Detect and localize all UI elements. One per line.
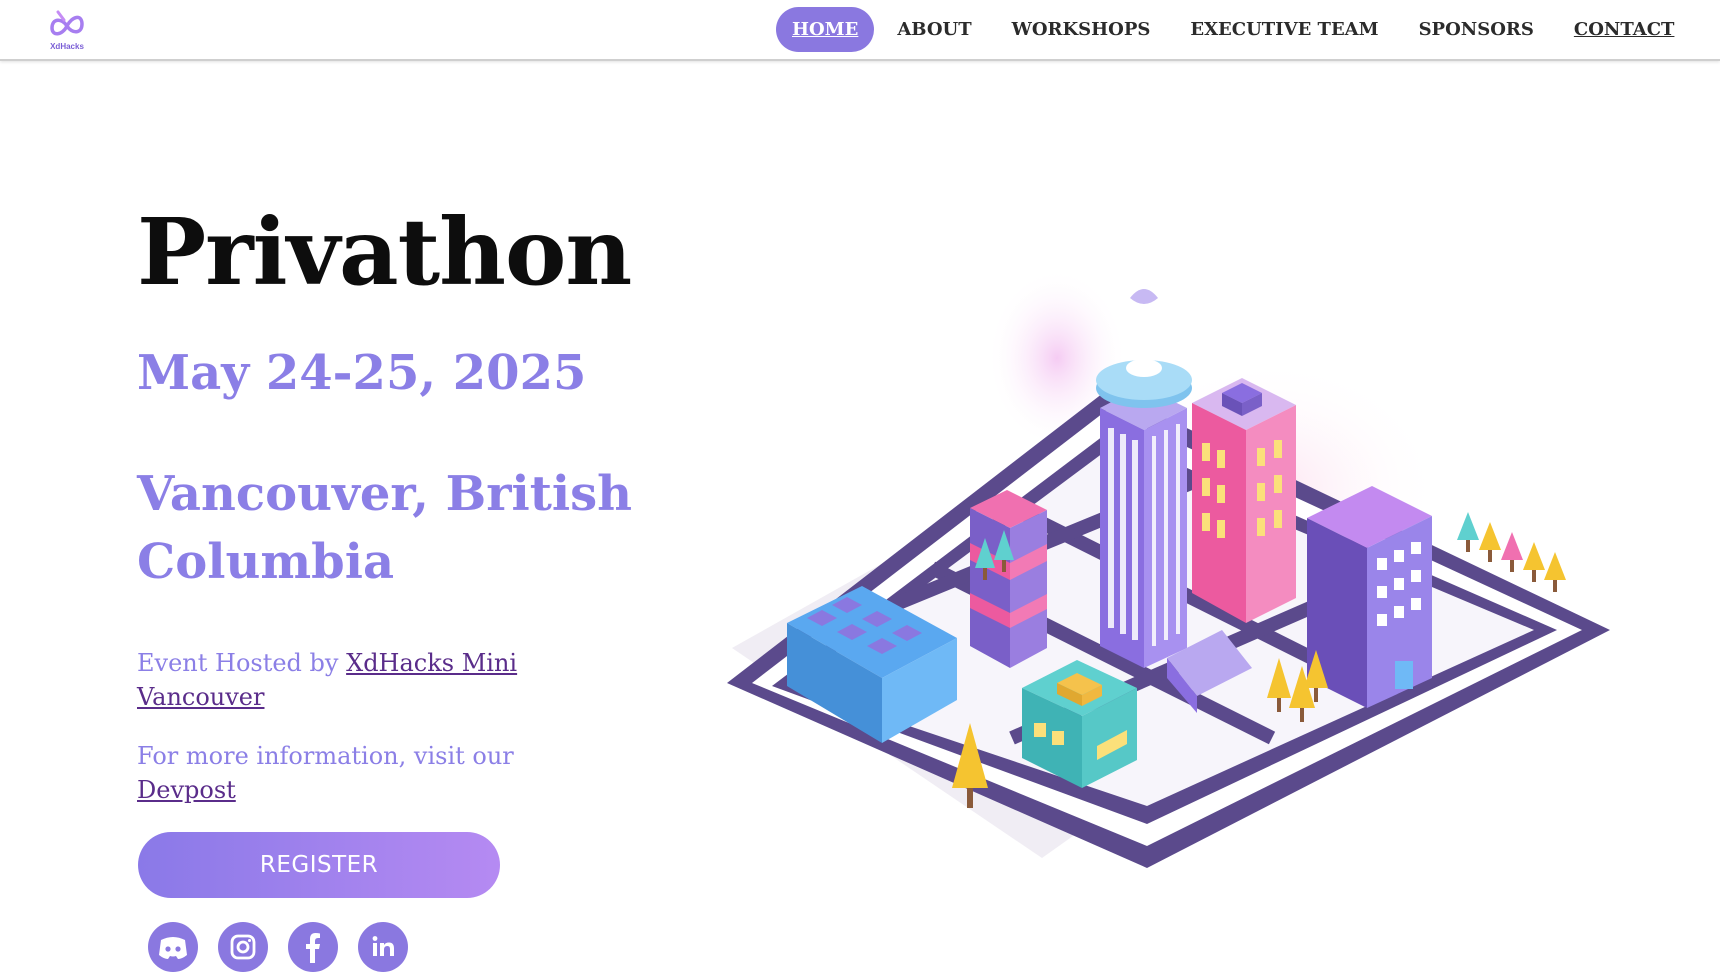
instagram-button[interactable] bbox=[218, 922, 268, 972]
more-info-prefix: For more information, visit our bbox=[137, 742, 514, 770]
page-title: Privathon bbox=[137, 198, 632, 306]
nav-sponsors[interactable]: SPONSORS bbox=[1402, 7, 1551, 52]
isometric-city-illustration bbox=[727, 268, 1610, 868]
site-header: XdHacks HOME ABOUT WORKSHOPS EXECUTIVE T… bbox=[0, 0, 1720, 61]
instagram-icon bbox=[230, 934, 256, 960]
logo-mark-icon bbox=[50, 10, 84, 36]
facebook-button[interactable] bbox=[288, 922, 338, 972]
hosted-by-text: Event Hosted by XdHacks Mini Vancouver bbox=[137, 646, 597, 714]
nav-home[interactable]: HOME bbox=[776, 7, 875, 52]
event-date: May 24-25, 2025 bbox=[137, 345, 587, 401]
hosted-prefix: Event Hosted by bbox=[137, 649, 347, 677]
nav-contact[interactable]: CONTACT bbox=[1557, 7, 1692, 52]
nav-about[interactable]: ABOUT bbox=[880, 7, 988, 52]
main-nav: HOME ABOUT WORKSHOPS EXECUTIVE TEAM SPON… bbox=[776, 7, 1697, 52]
devpost-link[interactable]: Devpost bbox=[137, 776, 236, 804]
more-info-text: For more information, visit our Devpost bbox=[137, 739, 597, 807]
event-location: Vancouver, British Columbia bbox=[137, 466, 633, 590]
linkedin-button[interactable] bbox=[358, 922, 408, 972]
discord-icon bbox=[159, 937, 187, 959]
linkedin-icon bbox=[372, 936, 394, 956]
social-links bbox=[148, 922, 428, 972]
register-button[interactable]: REGISTER bbox=[138, 832, 500, 898]
facebook-icon bbox=[306, 933, 320, 963]
discord-button[interactable] bbox=[148, 922, 198, 972]
nav-workshops[interactable]: WORKSHOPS bbox=[995, 7, 1168, 52]
nav-executive-team[interactable]: EXECUTIVE TEAM bbox=[1173, 7, 1395, 52]
xdhacks-logo[interactable]: XdHacks bbox=[44, 8, 90, 52]
logo-text: XdHacks bbox=[50, 42, 84, 51]
